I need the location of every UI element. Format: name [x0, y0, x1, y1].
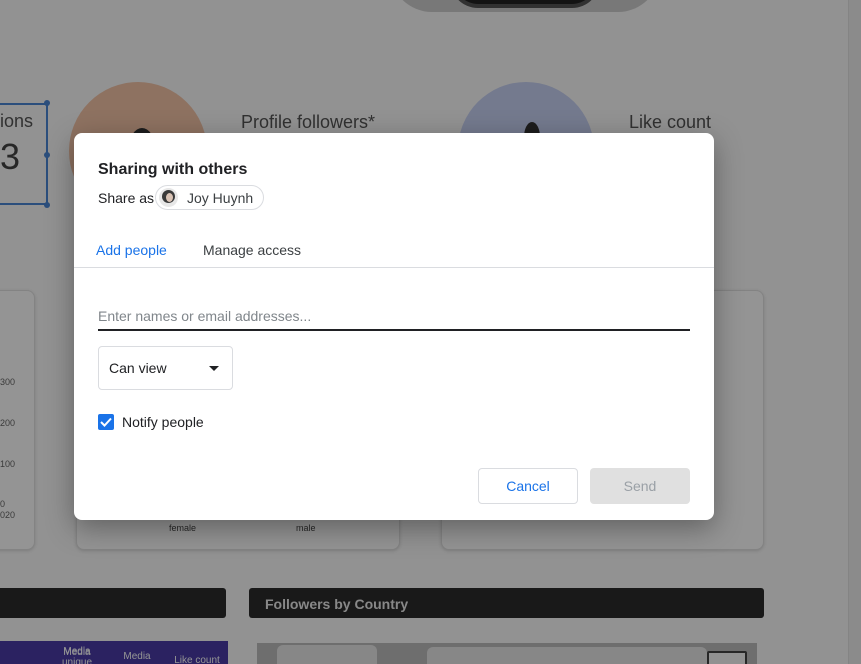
tab-add-people[interactable]: Add people [96, 242, 167, 258]
share-as-user-name: Joy Huynh [187, 189, 254, 206]
permission-selected-value: Can view [109, 360, 167, 376]
share-as-user-chip[interactable]: Joy Huynh [155, 185, 265, 210]
share-as-label: Share as [98, 190, 155, 206]
email-input[interactable] [98, 302, 690, 331]
checkmark-icon [100, 417, 112, 427]
cancel-button[interactable]: Cancel [478, 468, 578, 504]
dialog-tabs: Add people Manage access [74, 242, 714, 268]
notify-label: Notify people [122, 414, 204, 430]
avatar-face [166, 193, 173, 202]
notify-checkbox[interactable] [98, 414, 114, 430]
sharing-dialog: Sharing with others Share as Joy Huynh A… [74, 133, 714, 520]
caret-down-icon [209, 366, 219, 371]
dialog-title: Sharing with others [98, 161, 248, 178]
tab-manage-access[interactable]: Manage access [203, 242, 301, 258]
notify-people-toggle[interactable]: Notify people [98, 414, 204, 430]
permission-dropdown[interactable]: Can view [98, 346, 233, 390]
avatar [159, 188, 178, 207]
send-button[interactable]: Send [590, 468, 690, 504]
